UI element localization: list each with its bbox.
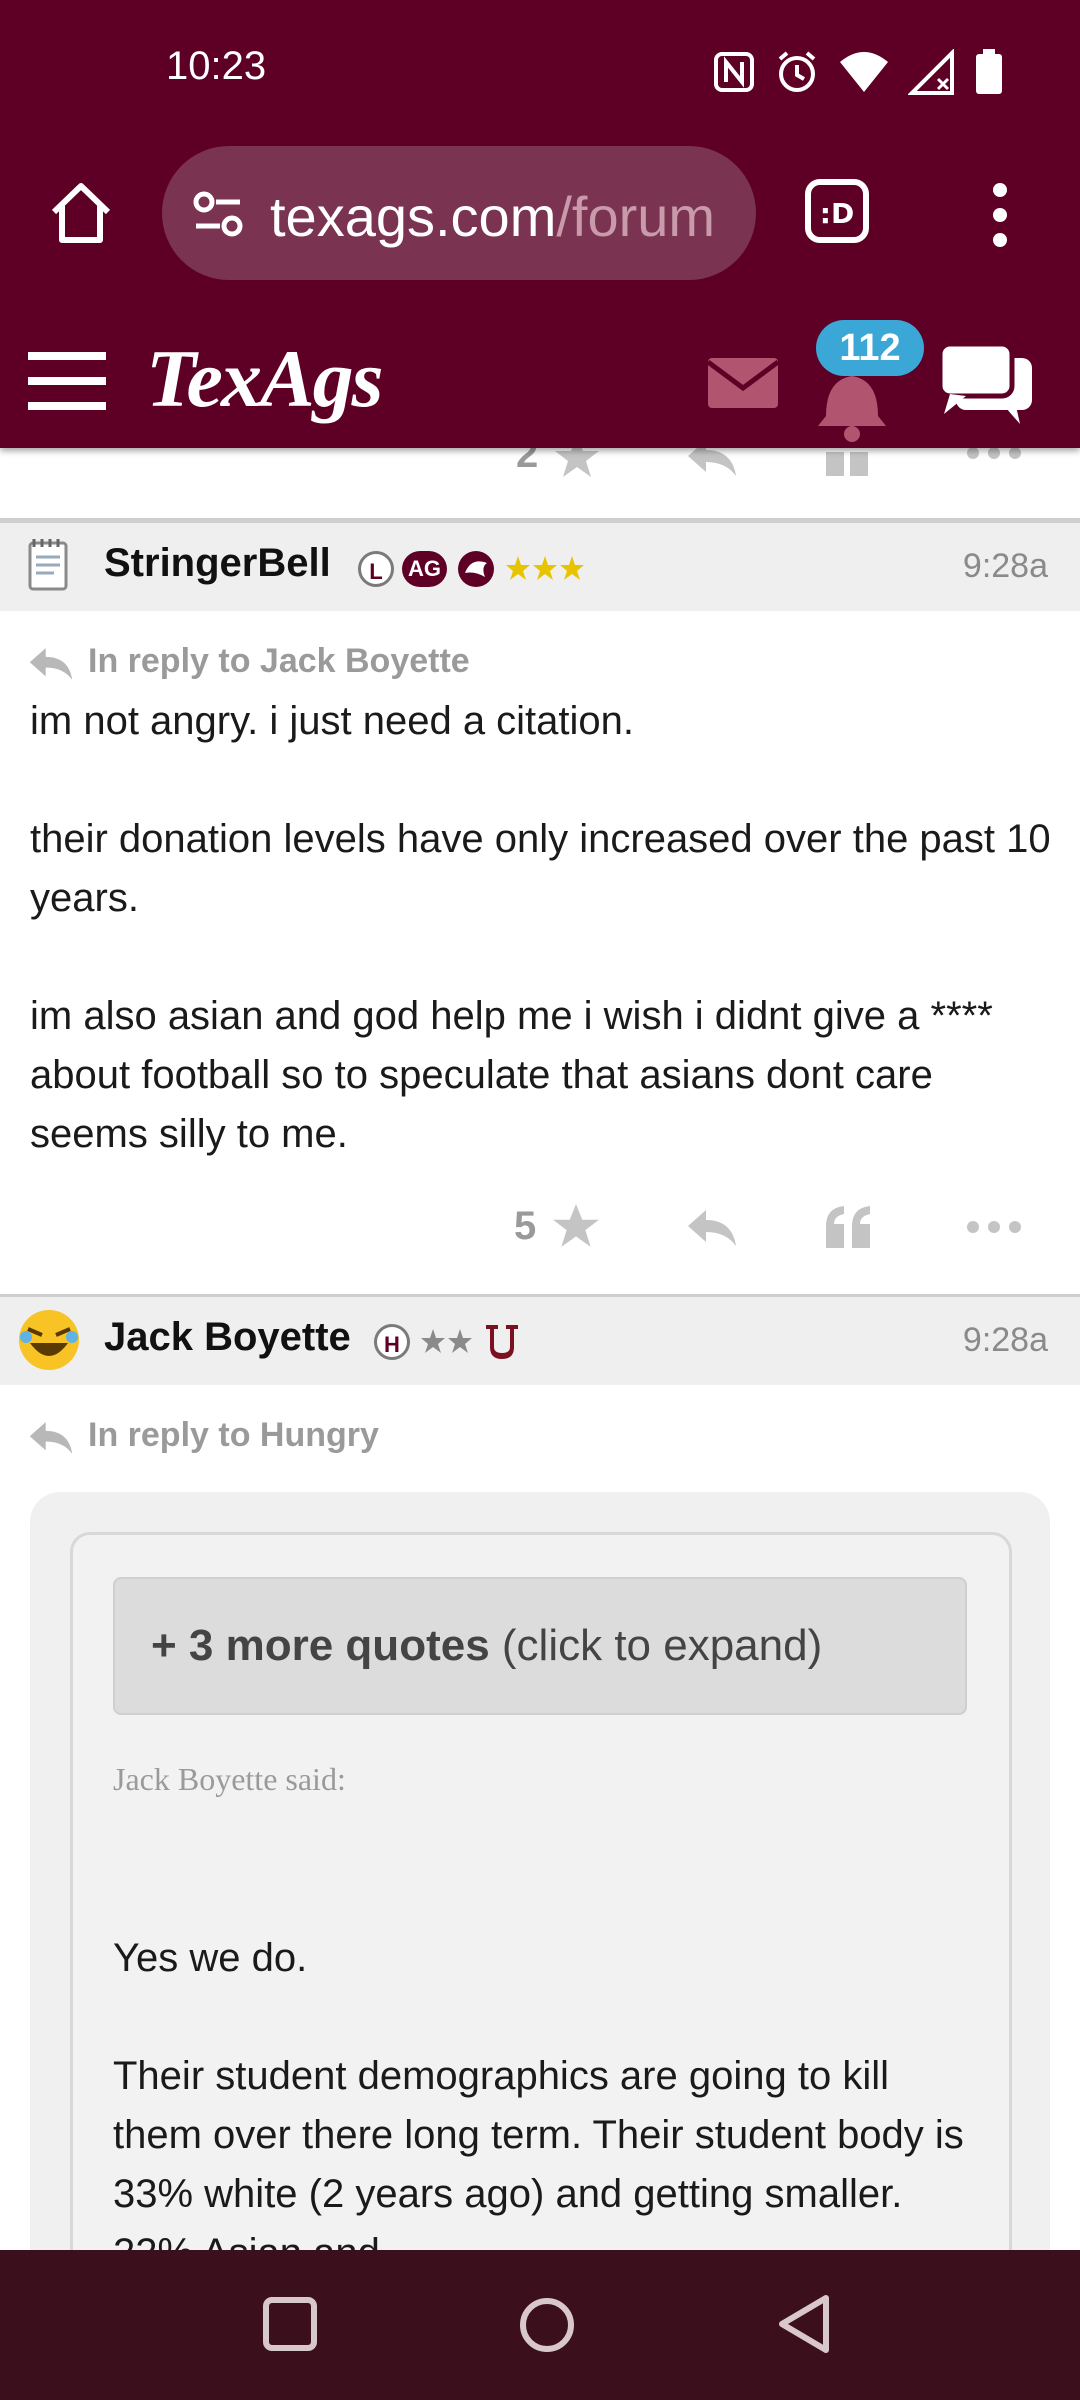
username[interactable]: Jack Boyette [104, 1315, 351, 1360]
gold-stars-icon [506, 556, 584, 580]
badge-letter: L [358, 551, 394, 587]
user-badges: L AG [358, 549, 585, 589]
signal-icon [908, 49, 954, 95]
url-text: texags.com/forum [270, 184, 740, 249]
post-actions: 5 [0, 1188, 1080, 1268]
messages-icon[interactable] [706, 356, 780, 410]
laughing-emoji-avatar-icon[interactable] [16, 1307, 82, 1373]
reply-to-link[interactable]: In reply to Hungry [88, 1416, 379, 1455]
reply-icon[interactable] [686, 1208, 738, 1248]
post-body: im not angry. i just need a citation. th… [30, 692, 1060, 1164]
quote-box: + 3 more quotes (click to expand) Jack B… [70, 1532, 1012, 2338]
wifi-icon [840, 52, 888, 92]
post-paragraph: im also asian and god help me i wish i d… [30, 994, 993, 1156]
quote-paragraph: Yes we do. [113, 1936, 308, 1980]
quote-paragraph: Their student demographics are going to … [113, 2054, 964, 2275]
post-paragraph: im not angry. i just need a citation. [30, 699, 635, 743]
browser-chrome: 10:23 texags.com/forum :D [0, 0, 1080, 320]
notification-count-badge[interactable]: 112 [816, 320, 924, 376]
more-quotes-label: + 3 more quotes (click to expand) [151, 1621, 822, 1671]
quote-icon[interactable] [824, 1204, 872, 1248]
post-time: 9:28a [962, 547, 1048, 585]
more-options-icon[interactable] [966, 1220, 1022, 1234]
grey-stars-icon [421, 1329, 472, 1353]
reply-arrow-icon [29, 1422, 73, 1454]
url-bar[interactable]: texags.com/forum [162, 146, 756, 280]
battery-icon [976, 49, 1002, 94]
more-quotes-button[interactable]: + 3 more quotes (click to expand) [113, 1577, 967, 1715]
star-count: 5 [514, 1204, 537, 1248]
post-time: 9:28a [962, 1321, 1048, 1359]
more-quotes-count: + 3 more quotes [151, 1621, 490, 1670]
notepad-avatar-icon[interactable] [26, 537, 70, 593]
home-icon[interactable] [46, 178, 116, 248]
reply-arrow-icon [29, 648, 73, 680]
user-badges: H [374, 1323, 520, 1361]
recents-button-icon[interactable] [262, 2296, 318, 2352]
site-settings-icon[interactable] [190, 186, 246, 242]
username[interactable]: StringerBell [104, 541, 331, 586]
mascot-badge-icon [458, 551, 494, 587]
reply-to-link[interactable]: In reply to Jack Boyette [88, 642, 470, 681]
chat-bubbles-icon[interactable] [936, 340, 1036, 426]
back-button-icon[interactable] [776, 2294, 832, 2354]
url-host: texags.com [270, 185, 557, 248]
post-header: StringerBell L AG 9:28a [0, 520, 1080, 611]
more-options-icon[interactable] [966, 446, 1022, 460]
tab-switcher-icon[interactable]: :D [802, 176, 872, 246]
school-logo-icon [486, 1325, 518, 1359]
overflow-menu-icon[interactable] [976, 180, 1024, 250]
svg-text::D: :D [820, 197, 854, 230]
badge-letter: H [374, 1324, 410, 1360]
quote-attribution: Jack Boyette said: [113, 1761, 346, 1797]
quote-container: + 3 more quotes (click to expand) Jack B… [30, 1492, 1050, 2338]
system-navigation-bar [0, 2250, 1080, 2400]
url-path: /forum [556, 185, 716, 248]
hamburger-menu-icon[interactable] [28, 348, 106, 414]
status-icons [712, 44, 1004, 100]
status-time: 10:23 [166, 44, 267, 88]
post-paragraph: their donation levels have only increase… [30, 817, 1051, 920]
post-header: Jack Boyette H 9:28a [0, 1294, 1080, 1385]
badge-ag: AG [402, 551, 447, 587]
more-quotes-hint: (click to expand) [489, 1621, 823, 1670]
quote-text: Yes we do. Their student demographics ar… [113, 1929, 973, 2283]
alarm-icon [778, 51, 816, 92]
site-header: TexAgs 112 [0, 320, 1080, 448]
nfc-icon [714, 52, 754, 92]
site-logo[interactable]: TexAgs [146, 332, 384, 426]
home-button-icon[interactable] [518, 2296, 576, 2354]
star-icon[interactable] [552, 1202, 600, 1250]
